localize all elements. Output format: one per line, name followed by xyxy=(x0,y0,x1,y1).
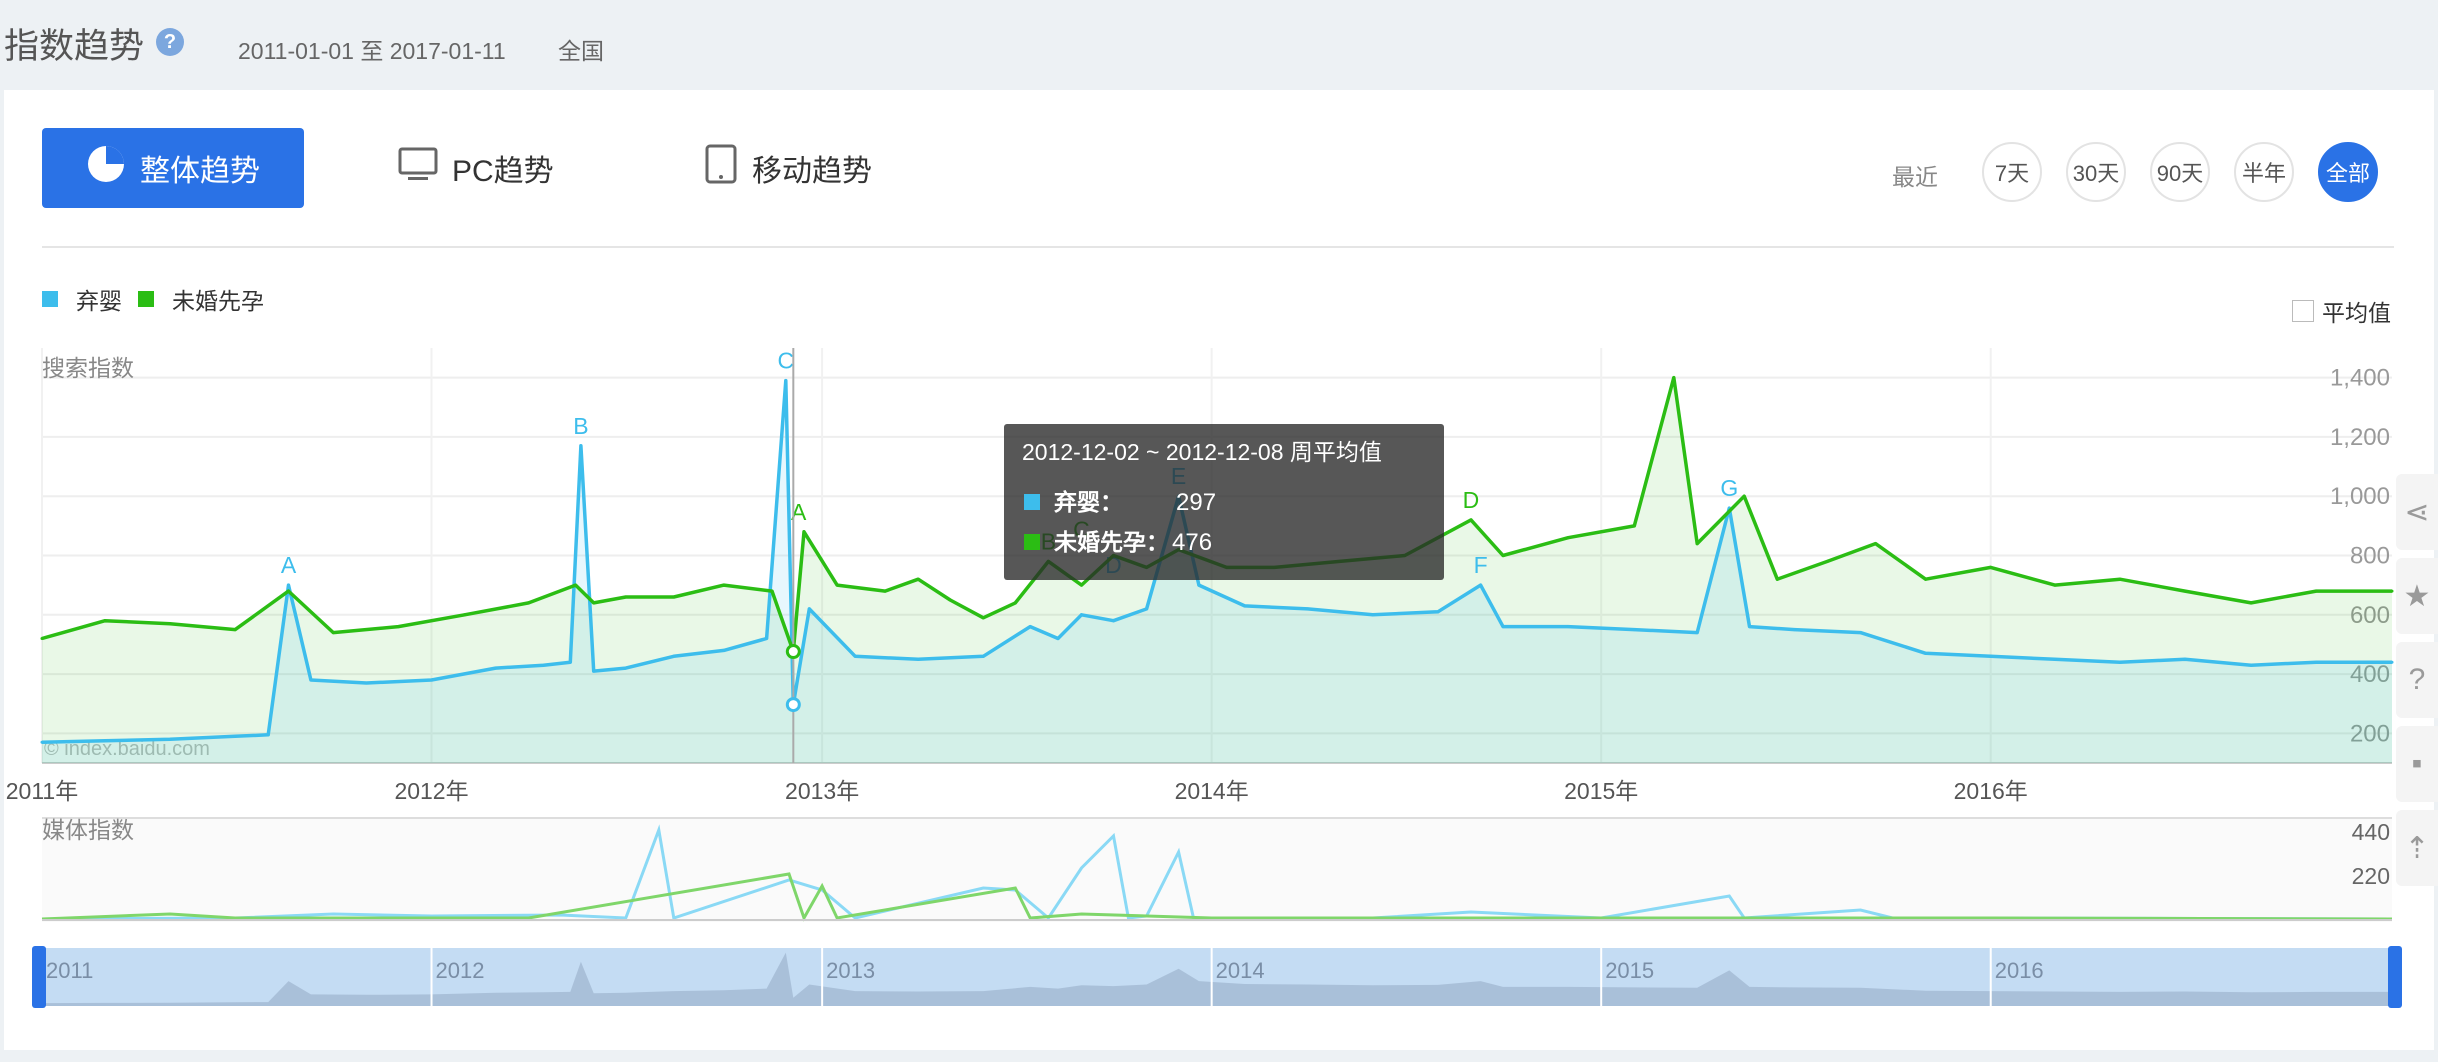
help-icon[interactable]: ? xyxy=(2396,642,2438,718)
legend-swatch-qiying xyxy=(42,291,58,307)
tab-mobile-label: 移动趋势 xyxy=(752,155,872,188)
divider xyxy=(42,246,2394,248)
chart-legend: 弃婴 未婚先孕 xyxy=(42,282,280,316)
share-icon[interactable]: ⋖ xyxy=(2396,474,2438,550)
chat-icon[interactable]: ▪ xyxy=(2396,726,2438,802)
tab-mobile-trend[interactable]: 移动趋势 xyxy=(704,128,872,208)
tab-pc-trend[interactable]: PC趋势 xyxy=(398,128,554,208)
back-to-top-icon[interactable]: ⇡ xyxy=(2396,810,2438,886)
average-toggle[interactable]: 平均值 xyxy=(2292,294,2391,328)
trend-panel: 整体趋势 PC趋势 移动趋势 最近 7天 30天 90天 半年 全部 弃婴 未婚… xyxy=(4,90,2434,1050)
page-title: 指数趋势 xyxy=(4,27,145,66)
star-icon[interactable]: ★ xyxy=(2396,558,2438,634)
question-circle-icon[interactable]: ? xyxy=(156,28,184,56)
monitor-icon xyxy=(398,144,438,192)
tablet-icon xyxy=(704,144,738,192)
tab-pc-label: PC趋势 xyxy=(452,155,554,188)
legend-item-weihun[interactable]: 未婚先孕 xyxy=(172,282,264,316)
legend-item-qiying[interactable]: 弃婴 xyxy=(76,282,122,316)
average-label: 平均值 xyxy=(2322,300,2391,326)
legend-swatch-weihun xyxy=(138,291,154,307)
range-30d-button[interactable]: 30天 xyxy=(2066,142,2126,202)
pie-chart-icon xyxy=(86,144,126,192)
region-text: 全国 xyxy=(558,38,604,64)
tab-overall-trend[interactable]: 整体趋势 xyxy=(42,128,304,208)
date-range-text: 2011-01-01 至 2017-01-11 xyxy=(238,38,506,64)
top-bar: 指数趋势 ? 2011-01-01 至 2017-01-11 全国 xyxy=(0,0,2438,88)
range-90d-button[interactable]: 90天 xyxy=(2150,142,2210,202)
range-half-year-button[interactable]: 半年 xyxy=(2234,142,2294,202)
average-checkbox[interactable] xyxy=(2292,300,2314,322)
range-all-button[interactable]: 全部 xyxy=(2318,142,2378,202)
recent-label: 最近 xyxy=(1892,164,1938,190)
tab-overall-label: 整体趋势 xyxy=(140,155,260,188)
range-7d-button[interactable]: 7天 xyxy=(1982,142,2042,202)
side-toolbar: ⋖ ★ ? ▪ ⇡ xyxy=(2396,474,2438,894)
